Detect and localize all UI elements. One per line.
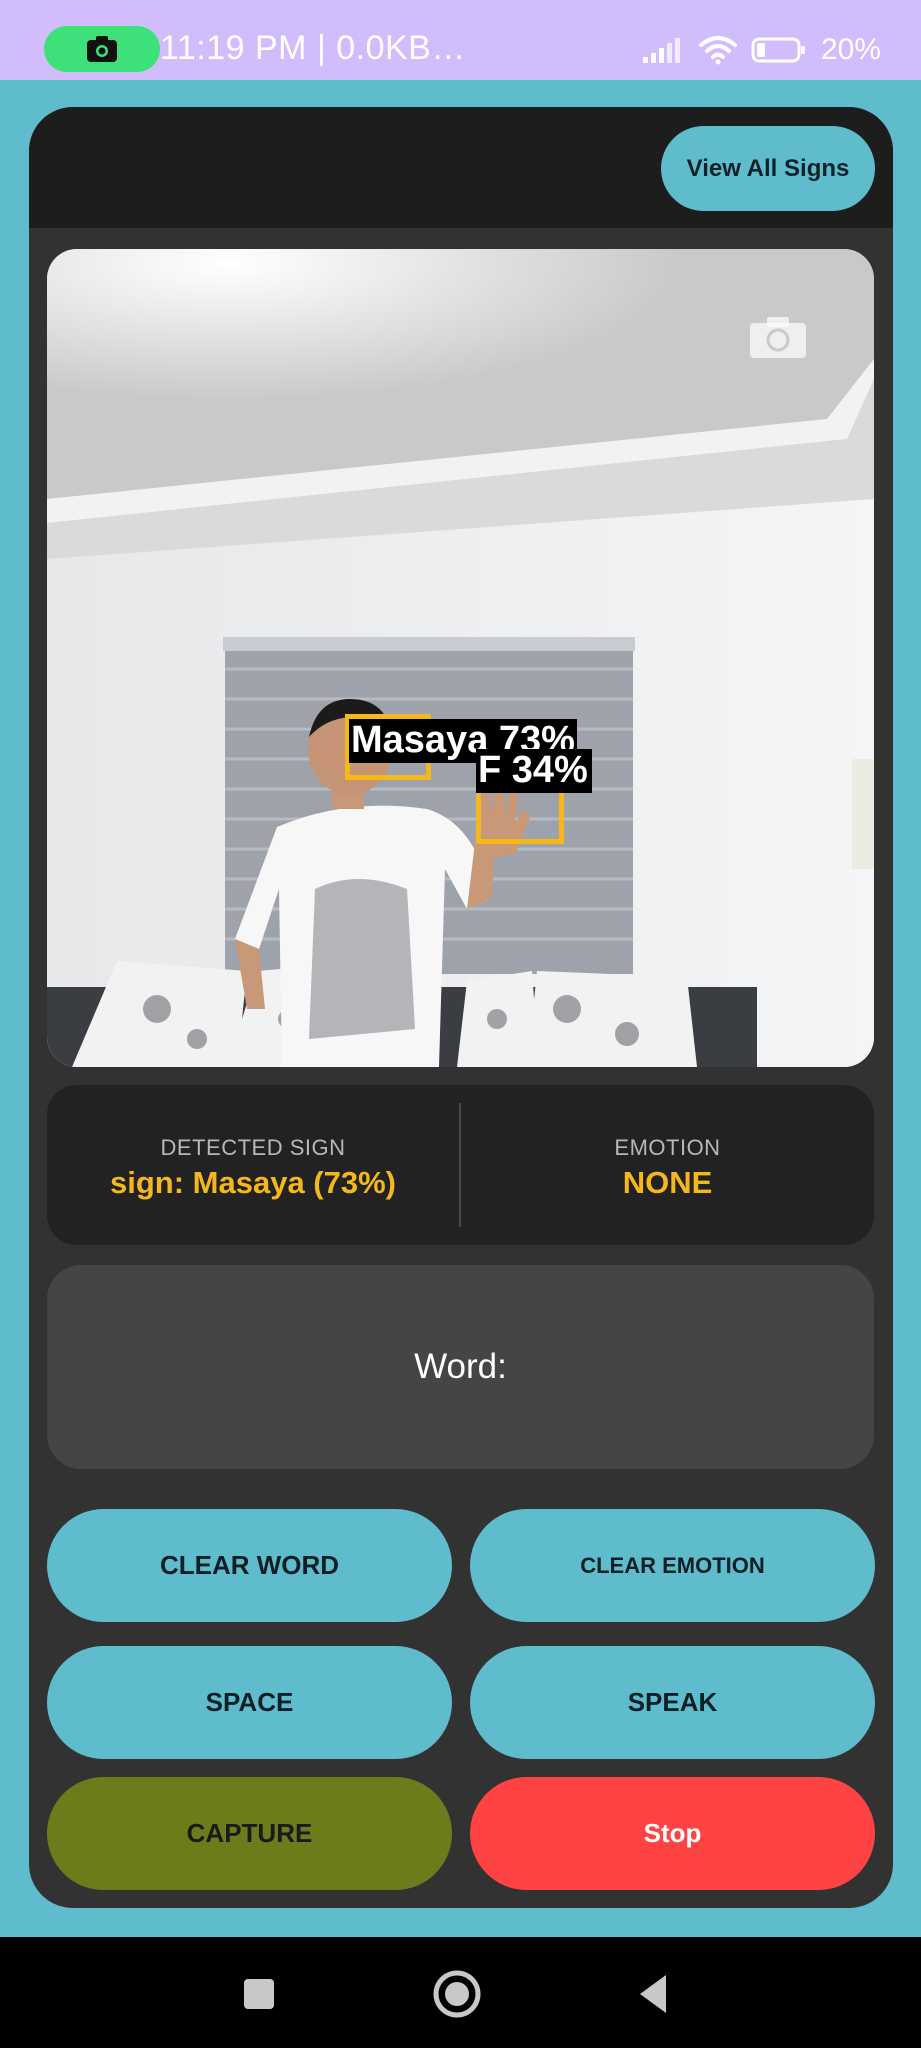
app-header: View All Signs — [29, 107, 893, 228]
detection-info-panel: DETECTED SIGN sign: Masaya (73%) EMOTION… — [47, 1085, 874, 1245]
space-button[interactable]: SPACE — [47, 1646, 452, 1759]
capture-button[interactable]: CAPTURE — [47, 1777, 452, 1890]
battery-percent: 20% — [820, 33, 881, 66]
camera-preview[interactable]: Masaya 73% F 34% — [47, 249, 874, 1067]
status-icons: 20% — [642, 30, 881, 70]
status-bar: 11:19 PM | 0.0KB… 20% — [0, 0, 921, 80]
battery-icon — [751, 37, 805, 63]
stop-button[interactable]: Stop — [470, 1777, 875, 1890]
app-card: View All Signs Masaya 73% F 34% DETECTED… — [29, 107, 893, 1908]
camera-switch-icon[interactable] — [749, 315, 807, 359]
navigation-bar — [0, 1937, 921, 2048]
clear-word-button[interactable]: CLEAR WORD — [47, 1509, 452, 1622]
bbox-label-f: F 34% — [476, 749, 592, 793]
status-time-speed: 11:19 PM | 0.0KB… — [160, 29, 466, 67]
detected-sign-value: sign: Masaya (73%) — [110, 1165, 396, 1200]
emotion-label: EMOTION — [614, 1135, 721, 1160]
speak-button[interactable]: SPEAK — [470, 1646, 875, 1759]
word-text: Word: — [414, 1347, 507, 1386]
view-all-signs-button[interactable]: View All Signs — [661, 126, 875, 211]
screen-record-indicator[interactable] — [44, 26, 160, 72]
word-panel: Word: — [47, 1265, 874, 1469]
screen-record-icon — [87, 36, 117, 62]
signal-icon — [642, 38, 680, 63]
back-icon[interactable] — [628, 1967, 682, 2021]
home-icon[interactable] — [430, 1967, 484, 2021]
detected-sign-label: DETECTED SIGN — [160, 1135, 346, 1160]
detected-sign-section: DETECTED SIGN sign: Masaya (73%) — [47, 1085, 459, 1245]
emotion-section: EMOTION NONE — [461, 1085, 874, 1245]
emotion-value: NONE — [622, 1165, 713, 1200]
clear-emotion-button[interactable]: CLEAR EMOTION — [470, 1509, 875, 1622]
wifi-icon — [698, 36, 737, 65]
recents-icon[interactable] — [232, 1967, 286, 2021]
bbox-f — [476, 786, 564, 844]
camera-scene — [47, 249, 874, 1067]
